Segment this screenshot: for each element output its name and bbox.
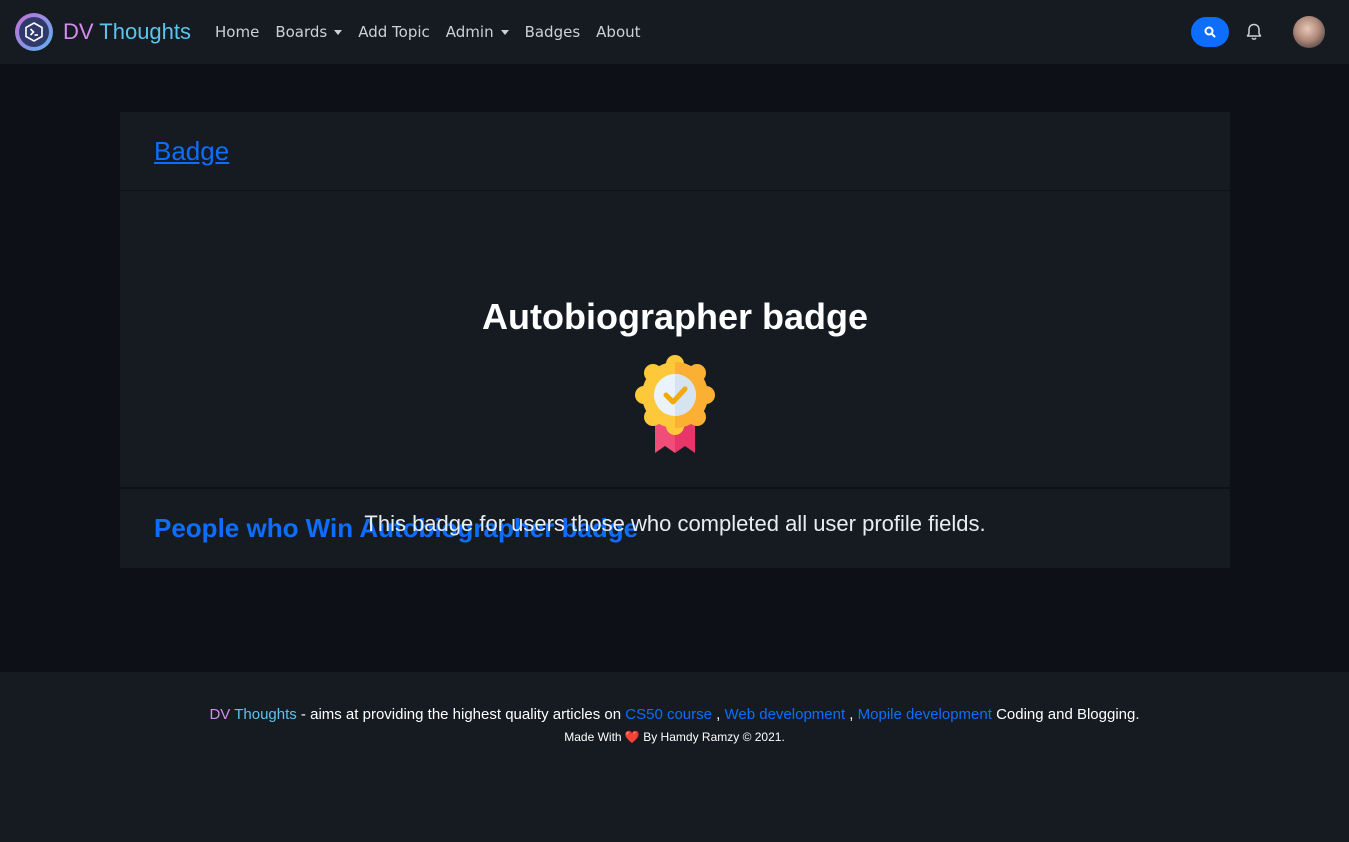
page-footer: DV Thoughts - aims at providing the high…: [0, 672, 1349, 842]
search-icon: [1204, 26, 1216, 38]
nav-home-label: Home: [215, 23, 260, 41]
notifications-button[interactable]: [1243, 21, 1265, 43]
nav-boards-label: Boards: [275, 23, 328, 41]
nav-right-tools: [1191, 0, 1349, 64]
footer-brand-dv: DV: [209, 706, 231, 723]
footer-link-mobile-dev[interactable]: Mopile development: [858, 706, 992, 723]
badge-card: Badge Autobiographer badge This badge fo…: [120, 112, 1230, 568]
footer-link-cs50[interactable]: CS50 course: [625, 706, 712, 723]
search-button[interactable]: [1191, 17, 1229, 47]
credit-text: By Hamdy Ramzy © 2021.: [643, 730, 785, 744]
badge-breadcrumb-link[interactable]: Badge: [154, 136, 229, 167]
nav-add-topic-label: Add Topic: [358, 23, 430, 41]
terminal-hexagon-icon: [15, 13, 53, 51]
nav-add-topic[interactable]: Add Topic: [350, 23, 438, 41]
footer-text-2: Coding and Blogging.: [991, 706, 1140, 723]
nav-badges-label: Badges: [524, 23, 581, 41]
nav-about-label: About: [596, 23, 641, 41]
card-header: Badge: [120, 112, 1230, 191]
user-avatar[interactable]: [1293, 16, 1325, 48]
top-navbar: DV Thoughts Home Boards Add Topic Admin …: [0, 0, 1349, 64]
card-body: Autobiographer badge This badge for user…: [120, 191, 1230, 536]
nav-boards-dropdown[interactable]: Boards: [267, 23, 350, 41]
footer-credit: Made With ❤️ By Hamdy Ramzy © 2021.: [0, 730, 1349, 744]
nav-admin-dropdown[interactable]: Admin: [438, 23, 517, 41]
nav-admin-label: Admin: [445, 23, 494, 41]
brand-name-part1: DV: [63, 19, 94, 44]
footer-brand-thoughts: Thoughts: [234, 706, 297, 723]
main-nav: Home Boards Add Topic Admin Badges About: [207, 23, 649, 41]
badge-description: This badge for users those who completed…: [364, 511, 986, 536]
caret-down-icon: [500, 29, 509, 35]
badge-title: Autobiographer badge: [482, 296, 868, 337]
nav-about[interactable]: About: [588, 23, 648, 41]
award-ribbon-icon: [635, 355, 715, 453]
brand-name-part2: Thoughts: [99, 19, 192, 44]
made-with-text: Made With: [564, 730, 622, 744]
nav-badges[interactable]: Badges: [517, 23, 589, 41]
bell-icon: [1246, 23, 1262, 40]
footer-sep-1: ,: [711, 706, 725, 723]
caret-down-icon: [334, 29, 343, 35]
brand-name: DV Thoughts: [63, 19, 191, 45]
footer-tagline: DV Thoughts - aims at providing the high…: [0, 706, 1349, 723]
footer-sep-2: ,: [845, 706, 858, 723]
footer-link-web-dev[interactable]: Web development: [725, 706, 846, 723]
nav-home[interactable]: Home: [207, 23, 267, 41]
brand-link[interactable]: DV Thoughts: [15, 13, 191, 51]
heart-icon: ❤️: [624, 730, 640, 744]
footer-text-1: - aims at providing the highest quality …: [296, 706, 626, 723]
